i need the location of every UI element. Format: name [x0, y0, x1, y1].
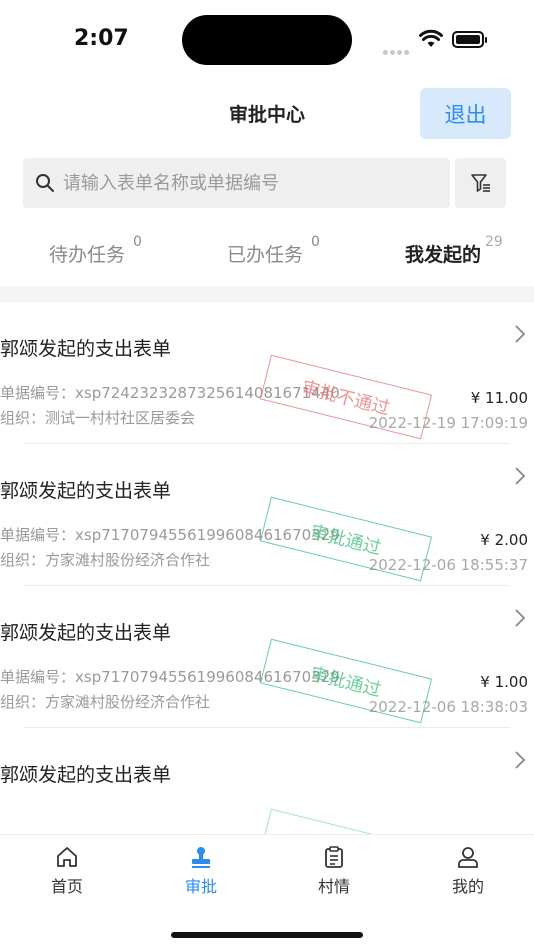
status-bar: 2:07: [0, 0, 534, 80]
search-input[interactable]: [63, 172, 433, 194]
item-title: 郭颂发起的支出表单: [0, 480, 172, 502]
tab-pending[interactable]: 待办任务 0: [49, 234, 142, 267]
item-title: 郭颂发起的支出表单: [0, 622, 172, 644]
nav-label: 我的: [451, 877, 484, 896]
list-item[interactable]: 郭颂发起的支出表单: [0, 728, 534, 834]
status-time: 2:07: [74, 26, 129, 51]
bottom-nav: 首页 审批 村情 我的: [0, 834, 534, 904]
section-divider: [0, 286, 534, 302]
logout-button[interactable]: 退出: [420, 88, 511, 139]
home-indicator: [171, 932, 363, 938]
search-box[interactable]: [23, 158, 450, 208]
nav-item-mine[interactable]: 我的: [428, 845, 508, 897]
header: 审批中心 退出: [0, 86, 534, 142]
list-item[interactable]: 郭颂发起的支出表单 单据编号：xsp7242323287325614081671…: [0, 302, 534, 444]
nav-label: 首页: [50, 877, 83, 896]
wifi-icon: [419, 29, 443, 47]
nav-label: 村情: [317, 877, 350, 896]
nav-item-village[interactable]: 村情: [294, 845, 374, 897]
tab-label: 待办任务: [49, 244, 126, 266]
item-title: 郭颂发起的支出表单: [0, 338, 172, 360]
battery-icon: [452, 31, 487, 48]
tab-label: 已办任务: [227, 244, 304, 266]
tab-count: 0: [133, 234, 142, 250]
chevron-right-icon: [515, 467, 526, 485]
rejected-stamp: 审批不通过: [259, 354, 433, 440]
tab-initiated[interactable]: 我发起的 29: [405, 234, 503, 267]
form-list: 郭颂发起的支出表单 单据编号：xsp7242323287325614081671…: [0, 302, 534, 834]
stamp-mark: [259, 808, 433, 834]
organization: 组织：测试一村村社区居委会: [0, 409, 196, 427]
stamp-icon: [192, 847, 210, 868]
amount: ¥ 2.00: [480, 531, 528, 549]
tab-completed[interactable]: 已办任务 0: [227, 234, 320, 267]
nav-item-approval[interactable]: 审批: [161, 845, 241, 897]
approved-stamp: 审批通过: [259, 496, 433, 582]
amount: ¥ 11.00: [470, 389, 528, 407]
cellular-signal-icon: [383, 40, 411, 59]
task-tabs: 待办任务 0 已办任务 0 我发起的 29: [0, 228, 534, 280]
chevron-right-icon: [515, 751, 526, 769]
list-item[interactable]: 郭颂发起的支出表单 单据编号：xsp7170794556199608461670…: [0, 586, 534, 728]
chevron-right-icon: [515, 609, 526, 627]
tab-label: 我发起的: [405, 244, 482, 266]
amount: ¥ 1.00: [480, 673, 528, 691]
chevron-right-icon: [515, 325, 526, 343]
filter-button[interactable]: [455, 158, 506, 208]
search-icon: [36, 174, 54, 192]
nav-label: 审批: [184, 877, 217, 896]
organization: 组织：方家滩村股份经济合作社: [0, 693, 211, 711]
list-item[interactable]: 郭颂发起的支出表单 单据编号：xsp7170794556199608461670…: [0, 444, 534, 586]
tab-count: 29: [485, 234, 503, 250]
dynamic-island: [182, 15, 352, 65]
filter-icon: [470, 174, 490, 192]
home-icon: [57, 847, 77, 867]
user-icon: [458, 847, 478, 868]
tab-count: 0: [311, 234, 320, 250]
item-title: 郭颂发起的支出表单: [0, 764, 172, 786]
approved-stamp: 审批通过: [259, 638, 433, 724]
clipboard-icon: [325, 846, 343, 868]
nav-item-home[interactable]: 首页: [27, 845, 107, 897]
organization: 组织：方家滩村股份经济合作社: [0, 551, 211, 569]
